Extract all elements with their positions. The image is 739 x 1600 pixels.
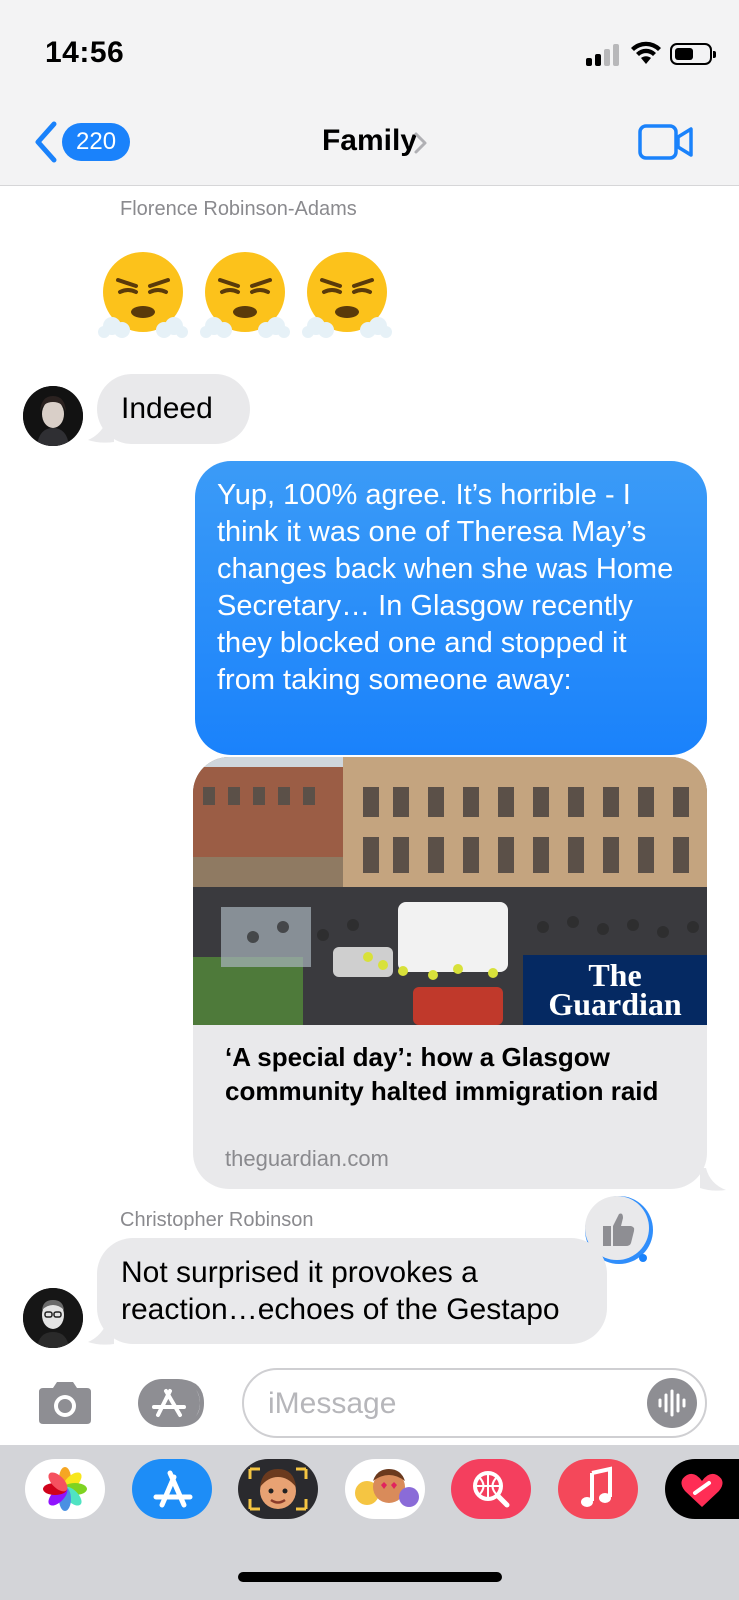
conversation-title[interactable]: Family xyxy=(0,124,739,158)
chevron-right-icon[interactable] xyxy=(413,131,429,155)
battery-icon xyxy=(670,43,716,65)
photos-icon[interactable] xyxy=(25,1459,105,1519)
camera-icon[interactable] xyxy=(35,1380,95,1426)
message-bubble-incoming[interactable]: Indeed xyxy=(97,374,250,444)
home-indicator xyxy=(238,1572,502,1582)
emoji-message[interactable] xyxy=(98,250,392,340)
cellular-signal-icon xyxy=(586,44,622,66)
music-icon[interactable] xyxy=(558,1459,638,1519)
app-store-apps-button[interactable] xyxy=(136,1377,210,1429)
audio-message-button[interactable] xyxy=(647,1378,697,1428)
bubble-tail xyxy=(700,1168,726,1191)
app-store-icon[interactable] xyxy=(132,1459,212,1519)
avatar[interactable] xyxy=(23,386,83,446)
link-domain: theguardian.com xyxy=(225,1146,389,1171)
memoji-icon[interactable] xyxy=(238,1459,318,1519)
animoji-stickers-icon[interactable] xyxy=(345,1459,425,1519)
face-with-steam-from-nose-icon xyxy=(200,252,290,338)
status-time: 14:56 xyxy=(45,36,125,69)
top-bar: 14:56 220 Family xyxy=(0,0,739,186)
waveform-icon xyxy=(658,1389,686,1417)
message-bubble-outgoing[interactable]: Yup, 100% agree. It’s horrible - I think… xyxy=(195,461,707,755)
message-text: Indeed xyxy=(121,392,213,425)
guardian-logo-line2: Guardian xyxy=(548,986,682,1022)
sender-name: Christopher Robinson xyxy=(120,1209,314,1231)
wifi-icon xyxy=(631,41,661,64)
imessage-field[interactable] xyxy=(242,1368,707,1438)
person-photo xyxy=(23,1288,83,1348)
face-with-steam-from-nose-icon xyxy=(98,252,188,338)
web-search-icon[interactable] xyxy=(451,1459,531,1519)
message-text: Yup, 100% agree. It’s horrible - I think… xyxy=(217,479,674,696)
avatar[interactable] xyxy=(23,1288,83,1348)
sender-name: Florence Robinson-Adams xyxy=(120,198,357,220)
facetime-video-icon[interactable] xyxy=(638,124,694,160)
person-photo xyxy=(23,386,83,446)
face-with-steam-from-nose-icon xyxy=(302,252,392,338)
message-text: Not surprised it provokes a reaction…ech… xyxy=(121,1256,560,1326)
guardian-logo: The Guardian xyxy=(523,955,707,1025)
link-title: ‘A special day’: how a Glasgow community… xyxy=(225,1042,659,1106)
link-preview-card[interactable]: The Guardian ‘A special day’: how a Glas… xyxy=(193,757,707,1189)
digital-touch-icon[interactable] xyxy=(665,1459,739,1519)
message-bubble-incoming[interactable]: Not surprised it provokes a reaction…ech… xyxy=(97,1238,607,1344)
imessage-input[interactable] xyxy=(268,1384,628,1424)
